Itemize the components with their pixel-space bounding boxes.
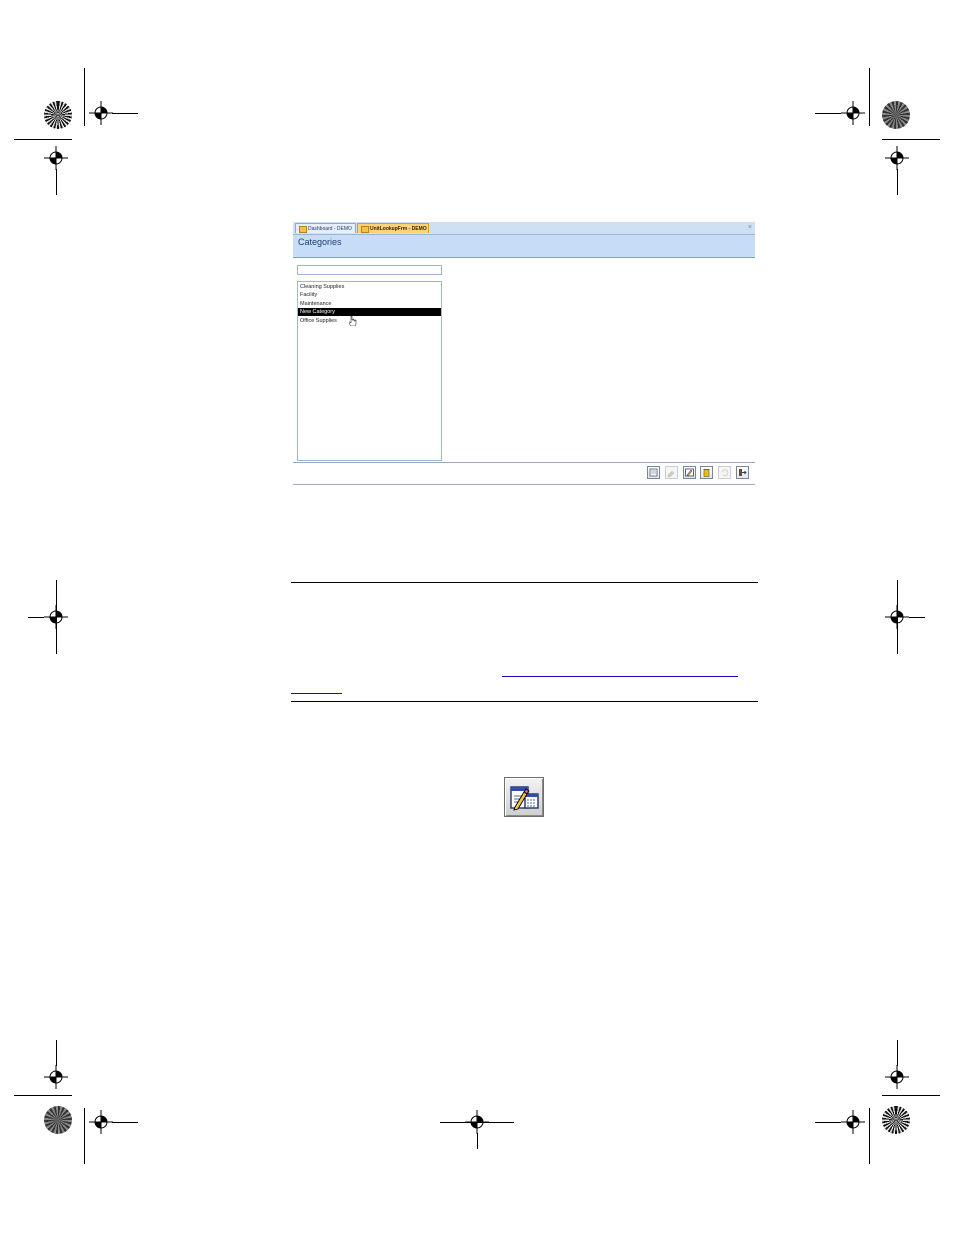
new-record-icon xyxy=(649,468,658,477)
category-search-input[interactable] xyxy=(297,265,442,275)
tab-label: UnitLookupFrm - DEMO xyxy=(370,226,427,232)
form-title: Categories xyxy=(298,237,342,247)
note-link-line1[interactable] xyxy=(502,668,738,677)
category-listbox[interactable]: Cleaning Supplies Facility Maintenance N… xyxy=(297,281,442,461)
list-item[interactable]: Maintenance xyxy=(298,300,441,308)
form-body: Cleaning Supplies Facility Maintenance N… xyxy=(293,258,755,462)
close-form-button[interactable] xyxy=(736,466,749,479)
registration-mark-icon xyxy=(841,101,865,125)
registration-line xyxy=(28,617,44,618)
trash-icon xyxy=(703,469,710,477)
registration-mark-icon xyxy=(89,101,113,125)
edit-button[interactable] xyxy=(683,466,696,479)
hand-cursor-icon xyxy=(349,316,357,326)
tab-label: Dashboard - DEMO xyxy=(308,226,352,232)
tab-unitlookupfrm[interactable]: UnitLookupFrm - DEMO xyxy=(357,223,429,233)
crop-mark xyxy=(84,1108,85,1164)
registration-line xyxy=(909,617,925,618)
form-icon xyxy=(361,226,369,233)
registration-mark-icon xyxy=(44,1065,68,1089)
document-tab-strip: Dashboard - DEMO UnitLookupFrm - DEMO × xyxy=(293,222,755,235)
edit-icon xyxy=(685,468,694,477)
list-item[interactable]: Office Supplies xyxy=(298,317,441,325)
printer-color-wheel-bottom-right xyxy=(882,1106,910,1134)
form-icon xyxy=(299,226,307,233)
edit-form-icon xyxy=(504,777,544,817)
registration-line xyxy=(56,169,57,195)
registration-line xyxy=(112,1122,138,1123)
save-icon xyxy=(667,470,675,478)
registration-line xyxy=(897,169,898,195)
registration-line xyxy=(815,113,841,114)
list-item-selected[interactable]: New Category xyxy=(298,308,441,316)
registration-line xyxy=(56,580,57,654)
printer-color-wheel-top-left xyxy=(44,101,72,129)
edit-pencil-form-icon xyxy=(510,786,539,811)
access-form-window: Dashboard - DEMO UnitLookupFrm - DEMO × … xyxy=(293,222,755,485)
registration-mark-icon xyxy=(841,1110,865,1134)
list-item[interactable]: Cleaning Supplies xyxy=(298,283,441,291)
exit-icon xyxy=(739,469,747,476)
registration-line xyxy=(440,1122,514,1123)
registration-line xyxy=(815,1122,841,1123)
registration-line xyxy=(56,1040,57,1066)
printer-color-wheel-top-right xyxy=(882,101,910,129)
note-link-line2[interactable] xyxy=(291,685,342,694)
registration-line xyxy=(112,113,138,114)
tab-dashboard[interactable]: Dashboard - DEMO xyxy=(295,223,356,233)
registration-mark-icon xyxy=(885,1065,909,1089)
undo-button[interactable] xyxy=(718,466,731,479)
crop-mark xyxy=(14,139,72,140)
note-top-rule xyxy=(291,582,758,583)
registration-line xyxy=(477,1133,478,1149)
crop-mark xyxy=(882,139,940,140)
registration-mark-icon xyxy=(885,146,909,170)
delete-button[interactable] xyxy=(700,466,713,479)
save-button[interactable] xyxy=(665,466,678,479)
crop-mark xyxy=(882,1095,940,1096)
note-bottom-rule xyxy=(291,701,758,702)
crop-mark xyxy=(84,68,85,126)
printer-color-wheel-bottom-left xyxy=(44,1106,72,1134)
crop-mark xyxy=(869,1108,870,1164)
new-record-button[interactable] xyxy=(647,466,660,479)
crop-mark xyxy=(14,1095,72,1096)
registration-line xyxy=(897,1040,898,1066)
registration-mark-icon xyxy=(44,146,68,170)
registration-mark-icon xyxy=(89,1110,113,1134)
list-item[interactable]: Facility xyxy=(298,291,441,299)
form-header: Categories xyxy=(293,235,755,258)
crop-mark xyxy=(869,68,870,126)
record-toolbar xyxy=(293,462,755,485)
registration-line xyxy=(897,580,898,654)
undo-icon xyxy=(721,469,729,477)
close-icon[interactable]: × xyxy=(748,222,752,234)
